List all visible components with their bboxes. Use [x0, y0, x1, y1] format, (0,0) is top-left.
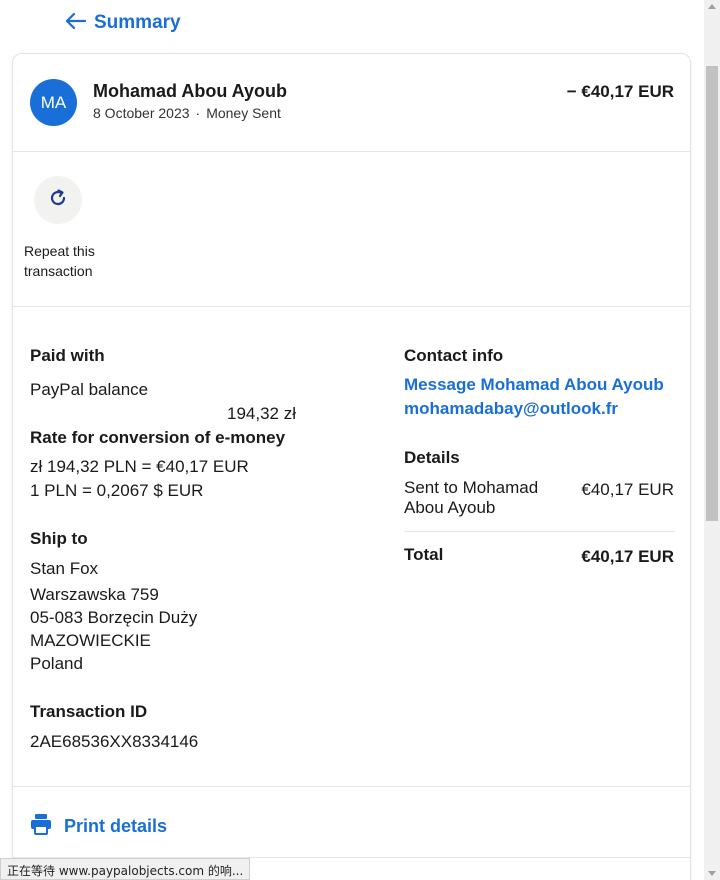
vertical-scrollbar[interactable] [704, 0, 720, 880]
ship-to-region: MAZOWIECKIE [30, 631, 151, 650]
transaction-date: 8 October 2023 [93, 105, 190, 121]
scroll-up-arrow-icon[interactable] [708, 4, 716, 9]
conversion-line-1: zł 194,32 PLN = €40,17 EUR [30, 457, 249, 476]
page-viewport: Summary MA Mohamad Abou Ayoub 8 October … [0, 0, 704, 880]
repeat-transaction-button[interactable] [34, 176, 82, 224]
repeat-transaction-label[interactable]: Repeat this transaction [24, 241, 124, 281]
print-details-label: Print details [64, 816, 168, 836]
transaction-subtitle: 8 October 2023 · Money Sent [93, 105, 281, 121]
total-amount: €40,17 EUR [581, 547, 674, 566]
conversion-line-2: 1 PLN = 0,2067 $ EUR [30, 481, 204, 500]
details-sent-label-line-1: Sent to Mohamad [404, 478, 539, 497]
transaction-card: MA Mohamad Abou Ayoub 8 October 2023 · Mon… [12, 53, 691, 880]
refresh-icon [48, 188, 68, 213]
avatar: MA [30, 79, 77, 126]
paid-with-title: Paid with [30, 346, 105, 365]
contact-info-title: Contact info [404, 346, 504, 365]
recipient-email-link[interactable]: mohamadabay@outlook.fr [404, 399, 618, 419]
ship-to-city: 05-083 Borzęcin Duży [30, 608, 198, 627]
browser-status-bar: 正在等待 www.paypalobjects.com 的响... [0, 858, 251, 880]
separator-dot: · [195, 105, 201, 121]
details-sent-label: Sent to Mohamad Abou Ayoub [404, 478, 538, 518]
printer-icon [30, 813, 52, 840]
payment-amount: 194,32 zł [227, 404, 296, 423]
transaction-type: Money Sent [206, 105, 281, 121]
message-recipient-link[interactable]: Message Mohamad Abou Ayoub [404, 375, 664, 395]
transaction-amount: − €40,17 EUR [566, 82, 674, 101]
back-link-label: Summary [94, 12, 181, 33]
transaction-id-title: Transaction ID [30, 702, 148, 721]
arrow-left-icon [65, 12, 87, 33]
total-label: Total [404, 545, 444, 564]
ship-to-street: Warszawska 759 [30, 585, 159, 604]
details-sent-label-line-2: Abou Ayoub [404, 498, 496, 517]
ship-to-name: Stan Fox [30, 559, 99, 578]
card-footer: Print details [13, 786, 690, 858]
print-details-button[interactable]: Print details [30, 813, 167, 840]
transaction-id-value: 2AE68536XX8334146 [30, 732, 199, 751]
transaction-header: MA Mohamad Abou Ayoub 8 October 2023 · Mon… [13, 54, 690, 152]
ship-to-country: Poland [30, 654, 83, 673]
actions-section: Repeat this transaction [13, 152, 690, 307]
back-to-summary-link[interactable]: Summary [65, 12, 181, 34]
scroll-down-arrow-icon[interactable] [708, 871, 716, 876]
payment-method: PayPal balance [30, 380, 149, 399]
ship-to-title: Ship to [30, 529, 88, 548]
conversion-title: Rate for conversion of e-money [30, 428, 286, 447]
details-divider [404, 531, 675, 532]
details-title: Details [404, 448, 460, 467]
recipient-name: Mohamad Abou Ayoub [93, 81, 287, 101]
scrollbar-thumb[interactable] [706, 66, 718, 521]
details-sent-amount: €40,17 EUR [581, 480, 674, 499]
